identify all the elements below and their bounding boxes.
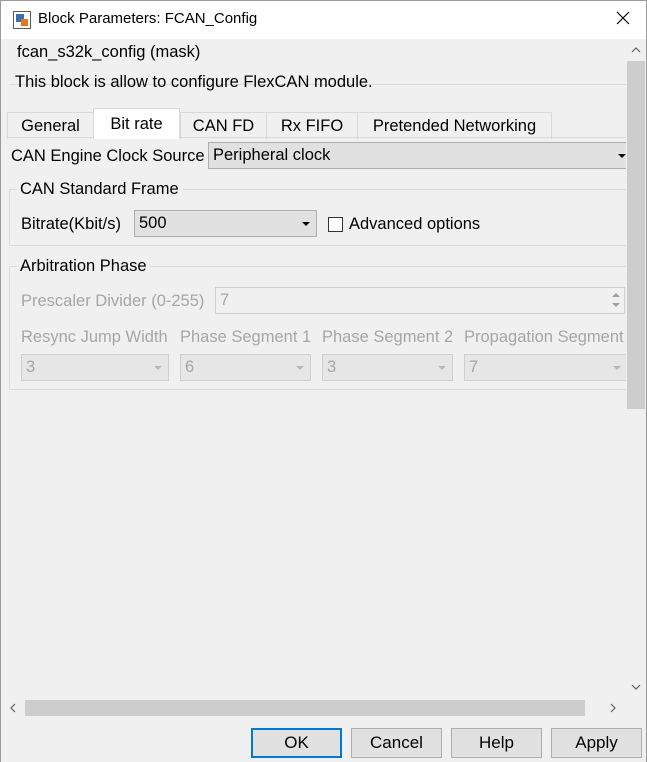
tab-can-fd[interactable]: CAN FD: [180, 112, 267, 139]
mask-description: This block is allow to configure FlexCAN…: [15, 73, 373, 91]
chevron-down-icon: [613, 366, 621, 370]
chevron-down-icon: [612, 303, 620, 307]
bitrate-dropdown[interactable]: 500: [134, 210, 317, 237]
advanced-options-label: Advanced options: [349, 215, 481, 233]
chevron-down-icon: [302, 222, 310, 226]
propagation-segment-label: Propagation Segment: [464, 328, 624, 346]
chevron-down-icon: [618, 154, 626, 158]
clock-source-dropdown[interactable]: Peripheral clock: [208, 142, 626, 169]
phase-segment-1-label: Phase Segment 1: [180, 328, 312, 346]
resync-jump-width-dropdown[interactable]: 3: [21, 354, 169, 381]
vertical-scroll-thumb[interactable]: [627, 61, 645, 409]
simulink-block-icon: [13, 11, 31, 29]
tab-rx-fifo[interactable]: Rx FIFO: [266, 112, 358, 139]
chevron-left-icon[interactable]: [4, 698, 22, 718]
close-button[interactable]: [600, 1, 646, 39]
chevron-down-icon: [296, 366, 304, 370]
chevron-up-icon: [612, 293, 620, 297]
spinner-buttons[interactable]: [609, 289, 623, 312]
dialog-content: fcan_s32k_config (mask) This block is al…: [1, 39, 626, 698]
vertical-scrollbar[interactable]: [626, 39, 646, 698]
resync-jump-width-label: Resync Jump Width: [21, 328, 168, 346]
chevron-right-icon[interactable]: [604, 698, 622, 718]
tab-pretended-networking[interactable]: Pretended Networking: [357, 112, 552, 139]
horizontal-scroll-thumb[interactable]: [25, 700, 585, 716]
bit-rate-panel: CAN Engine Clock Source Peripheral clock…: [7, 137, 626, 698]
prescaler-label: Prescaler Divider (0-255): [21, 292, 205, 310]
title-bar[interactable]: Block Parameters: FCAN_Config: [1, 1, 646, 39]
chevron-down-icon: [438, 366, 446, 370]
chevron-down-icon[interactable]: [626, 678, 646, 696]
arbitration-phase-title: Arbitration Phase: [17, 257, 150, 276]
tab-general[interactable]: General: [7, 112, 94, 139]
dialog-window: Block Parameters: FCAN_Config fcan_s32k_…: [0, 0, 647, 762]
advanced-options-checkbox[interactable]: [328, 217, 343, 232]
bitrate-label: Bitrate(Kbit/s): [21, 215, 121, 233]
apply-button[interactable]: Apply: [551, 728, 642, 758]
clock-source-label: CAN Engine Clock Source: [11, 147, 205, 165]
horizontal-scrollbar[interactable]: [1, 698, 626, 718]
prescaler-spinner[interactable]: 7: [215, 287, 625, 314]
phase-segment-2-label: Phase Segment 2: [322, 328, 454, 346]
help-button[interactable]: Help: [451, 728, 542, 758]
cancel-button[interactable]: Cancel: [351, 728, 442, 758]
chevron-down-icon: [154, 366, 162, 370]
close-icon: [616, 11, 630, 30]
phase-segment-1-dropdown[interactable]: 6: [180, 354, 311, 381]
phase-segment-2-dropdown[interactable]: 3: [322, 354, 453, 381]
mask-title: fcan_s32k_config (mask): [15, 43, 203, 62]
propagation-segment-dropdown[interactable]: 7: [464, 354, 626, 381]
window-title: Block Parameters: FCAN_Config: [38, 10, 258, 27]
standard-frame-title: CAN Standard Frame: [17, 180, 182, 199]
chevron-up-icon[interactable]: [626, 41, 646, 59]
tab-bit-rate[interactable]: Bit rate: [93, 108, 180, 139]
ok-button[interactable]: OK: [251, 728, 342, 758]
